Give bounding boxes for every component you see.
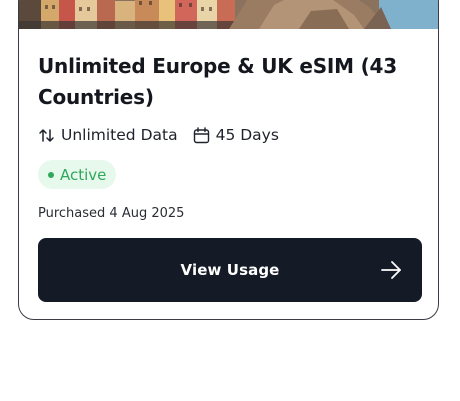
status-label: Active xyxy=(60,165,107,184)
plan-title: Unlimited Europe & UK eSIM (43 Countries… xyxy=(38,54,397,109)
plan-duration-label: 45 Days xyxy=(215,126,279,144)
destination-hero-image xyxy=(19,0,438,29)
view-usage-button[interactable]: View Usage xyxy=(38,238,422,302)
arrows-up-down-icon xyxy=(39,128,54,142)
calendar-icon xyxy=(193,126,209,143)
data-allowance-label: Unlimited Data xyxy=(61,126,178,144)
status-badge: Active xyxy=(38,160,117,189)
data-allowance: Unlimited Data xyxy=(38,126,178,144)
plan-duration: 45 Days xyxy=(193,126,279,144)
status-dot xyxy=(48,171,54,178)
esim-plan-card: Unlimited Europe & UK eSIM (43 Countries… xyxy=(18,0,439,320)
arrow-right-icon xyxy=(381,261,401,279)
view-usage-label: View Usage xyxy=(180,261,280,279)
purchase-date: Purchased 4 Aug 2025 xyxy=(38,206,185,221)
plan-meta: Unlimited Data 45 Days xyxy=(38,126,279,144)
